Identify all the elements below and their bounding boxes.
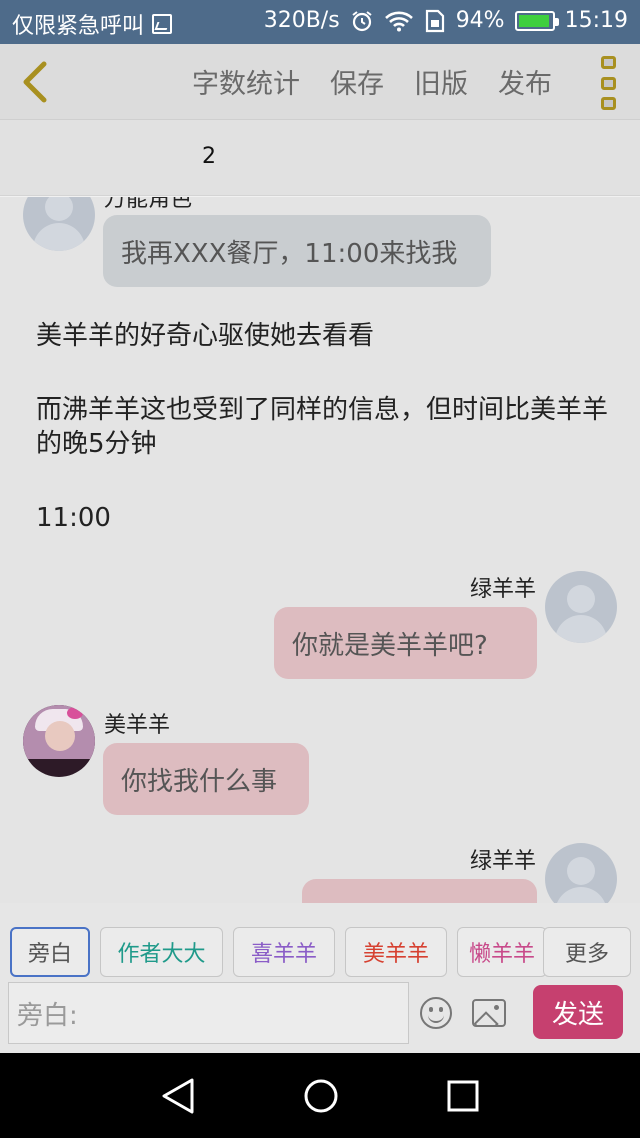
home-icon[interactable] bbox=[302, 1077, 340, 1115]
more-characters-button[interactable]: 更多 bbox=[543, 927, 631, 977]
alarm-icon bbox=[352, 10, 372, 31]
character-chip-label: 美羊羊 bbox=[362, 942, 429, 967]
save-button[interactable]: 保存 bbox=[330, 62, 384, 101]
message-bubble[interactable] bbox=[302, 879, 537, 903]
more-options-icon[interactable] bbox=[598, 56, 618, 110]
battery-percent: 94% bbox=[455, 8, 505, 33]
image-notification-icon bbox=[152, 14, 173, 34]
narration-text[interactable]: 美羊羊的好奇心驱使她去看看 bbox=[36, 319, 616, 353]
chat-area[interactable]: 万能角色 我再XXX餐厅，11:00来找我 美羊羊的好奇心驱使她去看看 而沸羊羊… bbox=[0, 197, 640, 903]
character-chip-label: 喜羊羊 bbox=[250, 942, 317, 967]
speaker-name: 绿羊羊 bbox=[469, 849, 536, 874]
message-text: 我再XXX餐厅，11:00来找我 bbox=[121, 238, 458, 269]
character-chip[interactable]: 懒羊羊 bbox=[457, 927, 547, 977]
recents-icon[interactable] bbox=[446, 1079, 480, 1113]
avatar[interactable] bbox=[23, 197, 95, 251]
back-arrow-icon[interactable] bbox=[14, 58, 54, 106]
image-icon[interactable] bbox=[472, 999, 506, 1027]
message-input[interactable]: 旁白: bbox=[8, 982, 409, 1044]
character-chip-label: 旁白 bbox=[27, 942, 72, 967]
avatar[interactable] bbox=[545, 571, 617, 643]
character-avatar[interactable] bbox=[23, 705, 95, 777]
narration-text[interactable]: 而沸羊羊这也受到了同样的信息，但时间比美羊羊的晚5分钟 bbox=[36, 393, 616, 461]
word-count-value: 2 bbox=[202, 144, 216, 169]
character-selector: 旁白 作者大大 喜羊羊 美羊羊 懒羊羊 更多 bbox=[0, 903, 640, 981]
send-button[interactable]: 发送 bbox=[533, 985, 623, 1039]
word-count-button[interactable]: 字数统计 bbox=[192, 62, 300, 101]
back-icon[interactable] bbox=[160, 1077, 196, 1115]
character-chip[interactable]: 美羊羊 bbox=[345, 927, 447, 977]
wifi-icon bbox=[384, 11, 413, 31]
input-row: 旁白: 发送 bbox=[0, 981, 640, 1053]
battery-icon bbox=[514, 10, 559, 31]
character-chip[interactable]: 作者大大 bbox=[100, 927, 223, 977]
speaker-name: 绿羊羊 bbox=[469, 577, 536, 602]
input-placeholder: 旁白: bbox=[17, 1000, 78, 1031]
speaker-name: 万能角色 bbox=[104, 197, 193, 212]
word-count-row: 2 bbox=[0, 120, 640, 196]
clock: 15:19 bbox=[564, 8, 628, 33]
character-chip[interactable]: 喜羊羊 bbox=[233, 927, 335, 977]
message-bubble[interactable]: 你找我什么事 bbox=[103, 743, 309, 815]
avatar[interactable] bbox=[545, 843, 617, 903]
narration-text[interactable]: 11:00 bbox=[36, 501, 616, 535]
send-label: 发送 bbox=[551, 999, 604, 1030]
emoji-icon[interactable] bbox=[420, 997, 452, 1029]
navigation-bar bbox=[0, 1053, 640, 1138]
message-bubble[interactable]: 我再XXX餐厅，11:00来找我 bbox=[103, 215, 491, 287]
carrier-text: 仅限紧急呼叫 bbox=[12, 14, 145, 39]
speaker-name: 美羊羊 bbox=[104, 713, 171, 738]
message-text: 你找我什么事 bbox=[121, 766, 278, 797]
character-chip-label: 懒羊羊 bbox=[468, 942, 535, 967]
character-chip[interactable]: 旁白 bbox=[10, 927, 90, 977]
publish-button[interactable]: 发布 bbox=[498, 62, 552, 101]
network-speed: 320B/s bbox=[263, 8, 340, 33]
sim-icon bbox=[425, 9, 444, 32]
message-bubble[interactable]: 你就是美羊羊吧? bbox=[274, 607, 537, 679]
message-text: 你就是美羊羊吧? bbox=[292, 630, 488, 661]
status-bar: 仅限紧急呼叫 320B/s 94% 15:19 bbox=[0, 0, 640, 44]
top-bar: 字数统计 保存 旧版 发布 bbox=[0, 44, 640, 120]
old-version-button[interactable]: 旧版 bbox=[414, 62, 468, 101]
more-characters-label: 更多 bbox=[564, 942, 609, 967]
character-chip-label: 作者大大 bbox=[117, 942, 206, 967]
